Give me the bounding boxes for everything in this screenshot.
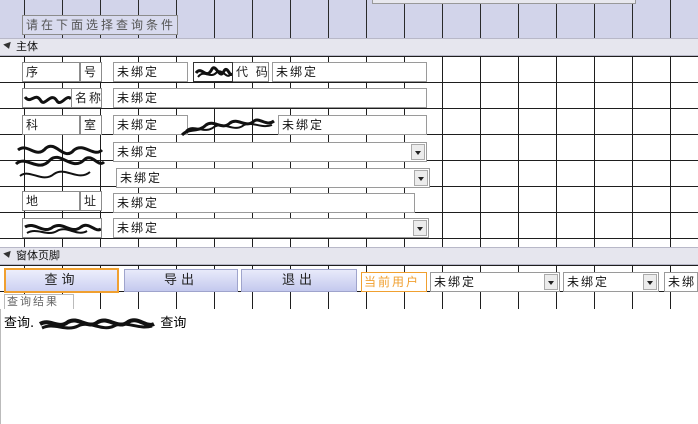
status-redaction (38, 316, 156, 332)
dept-extra-textbox[interactable]: 未绑定 (278, 115, 427, 135)
label-seq-b: 号 (80, 62, 102, 82)
export-button[interactable]: 导出 (124, 269, 238, 292)
dropdown-arrow-icon[interactable] (413, 220, 427, 236)
current-user-label: 当前用户 (361, 272, 427, 292)
collapse-arrow-icon (3, 250, 13, 260)
row5-combobox[interactable]: 未绑定 (116, 168, 430, 188)
label-name: 名称 (72, 88, 102, 108)
code-scribble-label (193, 62, 233, 82)
row4-combobox[interactable]: 未绑定 (113, 142, 427, 162)
label-addr-a: 地 (22, 191, 80, 211)
row7-combobox[interactable]: 未绑定 (113, 218, 429, 238)
redaction-scribble-icon (180, 118, 275, 137)
redaction-scribble-icon (24, 223, 101, 234)
dept-textbox[interactable]: 未绑定 (113, 115, 188, 135)
dropdown-arrow-icon[interactable] (414, 170, 428, 186)
label-seq-a: 序 (22, 62, 80, 82)
header-top-control[interactable] (372, 0, 636, 4)
row7-combo-value: 未绑定 (117, 221, 160, 235)
row7-scribble-label (22, 218, 102, 238)
section-title-footer: 窗体页脚 (16, 249, 60, 262)
redaction-scribble-icon (14, 144, 106, 179)
collapse-arrow-icon (3, 41, 13, 51)
third-combo-value: 未绑 (668, 275, 697, 289)
row4-scribble-label (14, 140, 106, 186)
section-bar-footer[interactable]: 窗体页脚 (0, 247, 698, 265)
status-suffix: 查询 (160, 316, 187, 331)
label-code: 代 码 (233, 62, 269, 82)
label-dept-b: 室 (80, 115, 102, 135)
code-textbox[interactable]: 未绑定 (272, 62, 427, 82)
label-dept-a: 科 (22, 115, 80, 135)
dept-scribble-label (180, 113, 276, 139)
label-addr-b: 址 (80, 191, 102, 211)
row4-combo-value: 未绑定 (117, 145, 160, 159)
dropdown-arrow-icon[interactable] (544, 274, 558, 290)
user-combobox[interactable]: 未绑定 (430, 272, 560, 292)
dropdown-arrow-icon[interactable] (411, 144, 425, 160)
redaction-scribble-icon (194, 66, 232, 78)
redaction-scribble-icon (39, 317, 156, 329)
dropdown-arrow-icon[interactable] (643, 274, 657, 290)
second-combo-value: 未绑定 (567, 275, 610, 289)
result-status-line: 查询. 查询 (4, 312, 304, 332)
section-bar-main[interactable]: 主体 (0, 38, 698, 56)
status-prefix: 查询. (4, 316, 35, 331)
addr-textbox[interactable]: 未绑定 (113, 193, 415, 213)
user-combo-value: 未绑定 (434, 275, 477, 289)
row5-combo-value: 未绑定 (120, 171, 163, 185)
second-combobox[interactable]: 未绑定 (563, 272, 659, 292)
section-title-main: 主体 (16, 40, 38, 53)
exit-button[interactable]: 退出 (241, 269, 357, 292)
third-combobox[interactable]: 未绑 (664, 272, 698, 292)
header-prompt-label: 请在下面选择查询条件 (22, 15, 178, 35)
redaction-scribble-icon (23, 95, 71, 104)
seq-textbox[interactable]: 未绑定 (113, 62, 188, 82)
name-textbox[interactable]: 未绑定 (113, 88, 427, 108)
query-result-caption: 查询结果 (4, 294, 74, 310)
name-scribble-label (22, 88, 72, 108)
query-button[interactable]: 查询 (4, 268, 119, 293)
